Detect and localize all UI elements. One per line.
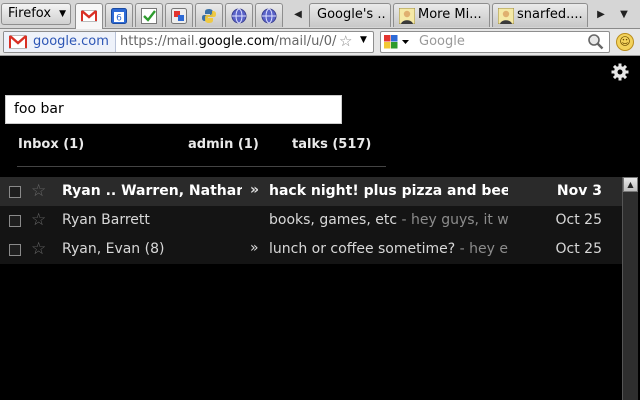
tab-title: snarfed.... — [517, 7, 583, 22]
tab-ssl-site[interactable] — [165, 3, 193, 27]
url-path: /mail/u/0/ — [274, 34, 337, 49]
url-bar[interactable]: google.com https://mail.google.com/mail/… — [3, 31, 374, 53]
mail-search-input[interactable]: foo bar — [5, 95, 342, 124]
ryan-avatar-icon — [498, 8, 514, 24]
tab-scroll-left-button[interactable]: ◀ — [290, 3, 306, 27]
thread-subject: hack night! plus pizza and beer, ne — [269, 183, 508, 199]
scroll-up-button[interactable]: ▲ — [623, 177, 638, 192]
gmail-icon — [9, 35, 27, 49]
tab-title: Google's ... — [317, 7, 387, 22]
thread-row[interactable]: ☆ Ryan, Evan (8) » lunch or coffee somet… — [0, 235, 622, 264]
bookmark-star-icon[interactable]: ☆ — [339, 32, 352, 50]
label-talks[interactable]: talks (517) — [292, 137, 371, 152]
url-host: google.com — [198, 34, 275, 49]
search-engine-selector[interactable] — [383, 34, 415, 50]
gmail-page: foo bar Inbox (1) admin (1) talks (517) … — [0, 57, 640, 400]
thread-date: Nov 3 — [556, 183, 602, 199]
site-domain: google.com — [33, 34, 109, 49]
chevron-down-icon — [402, 40, 409, 44]
thread-date: Oct 25 — [555, 241, 602, 257]
star-icon[interactable]: ☆ — [31, 239, 46, 259]
tab-globe-2[interactable] — [255, 3, 283, 27]
thread-subject-line: hack night! plus pizza and beer, ne — [269, 183, 508, 199]
tab-more-mi[interactable]: More Mi... — [393, 3, 490, 27]
thread-sender: Ryan Barrett — [62, 212, 150, 228]
firefox-menu-label: Firefox — [8, 6, 52, 21]
thread-sender: Ryan .. Warren, Nathan (68 — [62, 183, 242, 199]
gear-icon[interactable] — [611, 63, 629, 81]
search-input-placeholder[interactable]: Google — [419, 34, 465, 49]
thread-checkbox[interactable] — [9, 244, 21, 256]
tab-strip: Firefox ▼ 6 ◀ Google's ... More Mi... sn… — [0, 0, 640, 29]
thread-subject-line: lunch or coffee sometime? - hey evan — [269, 241, 508, 257]
smiley-addon-icon[interactable]: ☺ — [616, 33, 634, 51]
labels-divider — [17, 166, 386, 167]
thread-subject-line: books, games, etc - hey guys, it was f — [269, 212, 508, 228]
thread-date: Oct 25 — [555, 212, 602, 228]
tasks-check-icon — [141, 8, 157, 24]
python-icon — [202, 9, 216, 23]
firefox-menu-button[interactable]: Firefox ▼ — [1, 3, 71, 25]
search-bar[interactable]: Google — [380, 31, 610, 53]
thread-row[interactable]: ☆ Ryan .. Warren, Nathan (68 » hack nigh… — [0, 177, 622, 206]
tab-globe-1[interactable] — [225, 3, 253, 27]
navigation-toolbar: google.com https://mail.google.com/mail/… — [0, 29, 640, 56]
tab-snarfed[interactable]: snarfed.... — [492, 3, 588, 27]
globe-icon — [261, 8, 277, 24]
globe-icon — [231, 8, 247, 24]
star-icon[interactable]: ☆ — [31, 210, 46, 230]
tab-python[interactable] — [195, 3, 223, 27]
tab-tasks[interactable] — [135, 3, 163, 27]
label-inbox[interactable]: Inbox (1) — [18, 137, 84, 152]
tab-scroll-right-button[interactable]: ▶ — [593, 3, 609, 27]
thread-row[interactable]: ☆ Ryan Barrett books, games, etc - hey g… — [0, 206, 622, 235]
label-admin[interactable]: admin (1) — [188, 137, 259, 152]
thread-checkbox[interactable] — [9, 215, 21, 227]
chevron-down-icon: ▼ — [59, 9, 66, 19]
star-icon[interactable]: ☆ — [31, 181, 46, 201]
url-history-dropdown-icon[interactable]: ▼ — [360, 35, 367, 45]
thread-checkbox[interactable] — [9, 186, 21, 198]
thread-sender: Ryan, Evan (8) — [62, 241, 165, 257]
ryan-avatar-icon — [399, 8, 415, 24]
vertical-scrollbar[interactable]: ▲ — [622, 177, 638, 400]
thread-subject: books, games, etc — [269, 212, 398, 228]
thread-snippet: - hey guys, it was f — [401, 212, 508, 228]
thread-snippet: - hey evan — [459, 241, 508, 257]
ssl-site-icon — [171, 8, 187, 24]
thread-chevron: » — [250, 182, 260, 198]
url-prefix: https://mail. — [120, 34, 199, 49]
thread-subject: lunch or coffee sometime? — [269, 241, 456, 257]
magnifier-icon[interactable] — [587, 33, 605, 51]
tab-title: More Mi... — [418, 7, 482, 22]
gmail-icon — [81, 10, 97, 22]
calendar-badge: 6 — [116, 14, 122, 24]
site-identity-button[interactable]: google.com — [4, 32, 116, 52]
thread-chevron: » — [250, 240, 259, 256]
all-tabs-button[interactable]: ▼ — [616, 3, 632, 27]
tab-calendar[interactable]: 6 — [105, 3, 133, 27]
calendar-icon: 6 — [111, 8, 127, 24]
tab-gmail[interactable] — [75, 3, 103, 29]
url-text[interactable]: https://mail.google.com/mail/u/0/ — [120, 34, 338, 49]
tab-google[interactable]: Google's ... — [309, 3, 391, 27]
